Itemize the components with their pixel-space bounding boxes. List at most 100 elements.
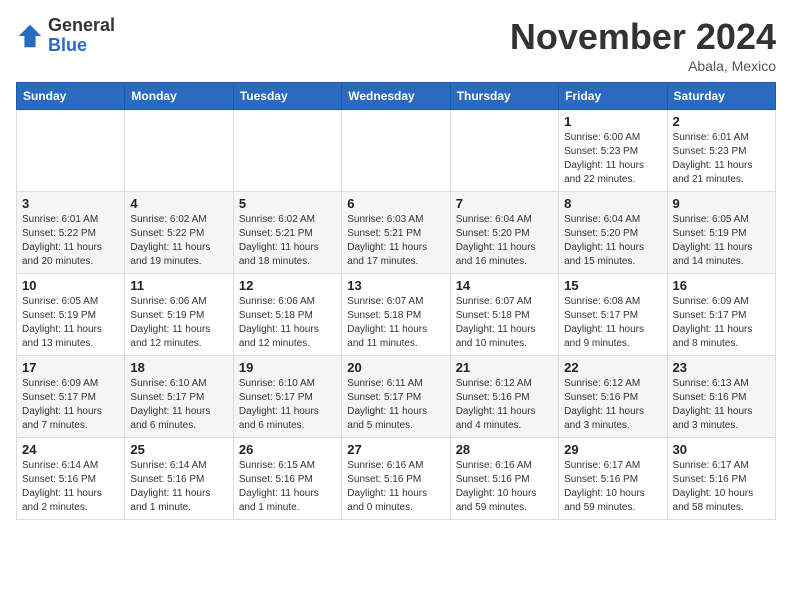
- day-info: Sunrise: 6:13 AM Sunset: 5:16 PM Dayligh…: [673, 377, 770, 433]
- calendar-cell: [450, 110, 558, 192]
- calendar-week-row: 1 Sunrise: 6:00 AM Sunset: 5:23 PM Daylig…: [17, 110, 776, 192]
- calendar-cell: 24Sunrise: 6:14 AM Sunset: 5:16 PM Dayli…: [17, 438, 125, 520]
- calendar-week-row: 17 Sunrise: 6:09 AM Sunset: 5:17 PM Dayli…: [17, 356, 776, 438]
- calendar-cell: 16 Sunrise: 6:09 AM Sunset: 5:17 PM Dayli…: [667, 274, 775, 356]
- logo-blue: Blue: [48, 36, 115, 56]
- calendar-header-saturday: Saturday: [667, 83, 775, 110]
- calendar-cell: 20Sunrise: 6:11 AM Sunset: 5:17 PM Dayli…: [342, 356, 450, 438]
- page-header: General Blue November 2024 Abala, Mexico: [16, 16, 776, 74]
- calendar-cell: 15 Sunrise: 6:08 AM Sunset: 5:17 PM Dayli…: [559, 274, 667, 356]
- day-number: 10: [22, 278, 119, 293]
- calendar-cell: 10 Sunrise: 6:05 AM Sunset: 5:19 PM Dayli…: [17, 274, 125, 356]
- calendar-week-row: 10 Sunrise: 6:05 AM Sunset: 5:19 PM Dayli…: [17, 274, 776, 356]
- day-info: Sunrise: 6:04 AM Sunset: 5:20 PM Dayligh…: [456, 213, 553, 269]
- calendar-header-sunday: Sunday: [17, 83, 125, 110]
- calendar-week-row: 3Sunrise: 6:01 AM Sunset: 5:22 PM Daylig…: [17, 192, 776, 274]
- day-info: Sunrise: 6:16 AM Sunset: 5:16 PM Dayligh…: [456, 459, 553, 515]
- day-info: Sunrise: 6:09 AM Sunset: 5:17 PM Dayligh…: [22, 377, 119, 433]
- day-number: 4: [130, 196, 227, 211]
- calendar-cell: 13 Sunrise: 6:07 AM Sunset: 5:18 PM Dayli…: [342, 274, 450, 356]
- day-number: 30: [673, 442, 770, 457]
- day-number: 2: [673, 114, 770, 129]
- day-info: Sunrise: 6:15 AM Sunset: 5:16 PM Dayligh…: [239, 459, 336, 515]
- logo-icon: [16, 22, 44, 50]
- day-number: 12: [239, 278, 336, 293]
- calendar-cell: 9Sunrise: 6:05 AM Sunset: 5:19 PM Daylig…: [667, 192, 775, 274]
- calendar-cell: 8Sunrise: 6:04 AM Sunset: 5:20 PM Daylig…: [559, 192, 667, 274]
- calendar-cell: 22 Sunrise: 6:12 AM Sunset: 5:16 PM Dayli…: [559, 356, 667, 438]
- day-info: Sunrise: 6:07 AM Sunset: 5:18 PM Dayligh…: [456, 295, 553, 351]
- day-info: Sunrise: 6:14 AM Sunset: 5:16 PM Dayligh…: [130, 459, 227, 515]
- day-number: 5: [239, 196, 336, 211]
- calendar-cell: [125, 110, 233, 192]
- day-number: 27: [347, 442, 444, 457]
- calendar-header-thursday: Thursday: [450, 83, 558, 110]
- day-info: Sunrise: 6:03 AM Sunset: 5:21 PM Dayligh…: [347, 213, 444, 269]
- day-number: 22: [564, 360, 661, 375]
- calendar-table: SundayMondayTuesdayWednesdayThursdayFrid…: [16, 82, 776, 520]
- day-number: 21: [456, 360, 553, 375]
- day-number: 18: [130, 360, 227, 375]
- day-info: Sunrise: 6:17 AM Sunset: 5:16 PM Dayligh…: [673, 459, 770, 515]
- day-number: 15: [564, 278, 661, 293]
- calendar-cell: [17, 110, 125, 192]
- calendar-cell: 28 Sunrise: 6:16 AM Sunset: 5:16 PM Dayli…: [450, 438, 558, 520]
- calendar-week-row: 24 Sunrise: 6:14 AM Sunset: 5:16 PM Dayli…: [17, 438, 776, 520]
- day-number: 17: [22, 360, 119, 375]
- calendar-cell: 30 Sunrise: 6:17 AM Sunset: 5:16 PM Dayli…: [667, 438, 775, 520]
- calendar-header-friday: Friday: [559, 83, 667, 110]
- day-number: 11: [130, 278, 227, 293]
- calendar-cell: 7 Sunrise: 6:04 AM Sunset: 5:20 PM Daylig…: [450, 192, 558, 274]
- title-block: November 2024 Abala, Mexico: [510, 16, 776, 74]
- day-info: Sunrise: 6:12 AM Sunset: 5:16 PM Dayligh…: [456, 377, 553, 433]
- day-info: Sunrise: 6:02 AM Sunset: 5:21 PM Dayligh…: [239, 213, 336, 269]
- calendar-cell: 17 Sunrise: 6:09 AM Sunset: 5:17 PM Dayli…: [17, 356, 125, 438]
- day-info: Sunrise: 6:11 AM Sunset: 5:17 PM Dayligh…: [347, 377, 444, 433]
- month-title: November 2024: [510, 16, 776, 58]
- calendar-cell: 25 Sunrise: 6:14 AM Sunset: 5:16 PM Dayli…: [125, 438, 233, 520]
- day-info: Sunrise: 6:17 AM Sunset: 5:16 PM Dayligh…: [564, 459, 661, 515]
- day-number: 25: [130, 442, 227, 457]
- day-number: 7: [456, 196, 553, 211]
- day-number: 14: [456, 278, 553, 293]
- calendar-cell: 2 Sunrise: 6:01 AM Sunset: 5:23 PM Daylig…: [667, 110, 775, 192]
- day-info: Sunrise: 6:01 AM Sunset: 5:23 PM Dayligh…: [673, 131, 770, 187]
- calendar-cell: 26Sunrise: 6:15 AM Sunset: 5:16 PM Dayli…: [233, 438, 341, 520]
- day-info: Sunrise: 6:12 AM Sunset: 5:16 PM Dayligh…: [564, 377, 661, 433]
- day-number: 23: [673, 360, 770, 375]
- day-number: 13: [347, 278, 444, 293]
- day-info: Sunrise: 6:10 AM Sunset: 5:17 PM Dayligh…: [239, 377, 336, 433]
- calendar-cell: 19 Sunrise: 6:10 AM Sunset: 5:17 PM Dayli…: [233, 356, 341, 438]
- day-info: Sunrise: 6:10 AM Sunset: 5:17 PM Dayligh…: [130, 377, 227, 433]
- calendar-cell: [342, 110, 450, 192]
- day-info: Sunrise: 6:04 AM Sunset: 5:20 PM Dayligh…: [564, 213, 661, 269]
- day-number: 3: [22, 196, 119, 211]
- day-number: 1: [564, 114, 661, 129]
- day-info: Sunrise: 6:00 AM Sunset: 5:23 PM Dayligh…: [564, 131, 661, 187]
- calendar-cell: [233, 110, 341, 192]
- day-info: Sunrise: 6:07 AM Sunset: 5:18 PM Dayligh…: [347, 295, 444, 351]
- location: Abala, Mexico: [510, 58, 776, 74]
- day-info: Sunrise: 6:08 AM Sunset: 5:17 PM Dayligh…: [564, 295, 661, 351]
- day-info: Sunrise: 6:05 AM Sunset: 5:19 PM Dayligh…: [22, 295, 119, 351]
- calendar-header-row: SundayMondayTuesdayWednesdayThursdayFrid…: [17, 83, 776, 110]
- day-number: 24: [22, 442, 119, 457]
- day-info: Sunrise: 6:02 AM Sunset: 5:22 PM Dayligh…: [130, 213, 227, 269]
- calendar-cell: 23 Sunrise: 6:13 AM Sunset: 5:16 PM Dayli…: [667, 356, 775, 438]
- day-number: 6: [347, 196, 444, 211]
- day-number: 29: [564, 442, 661, 457]
- calendar-cell: 5 Sunrise: 6:02 AM Sunset: 5:21 PM Daylig…: [233, 192, 341, 274]
- day-info: Sunrise: 6:09 AM Sunset: 5:17 PM Dayligh…: [673, 295, 770, 351]
- calendar-cell: 4 Sunrise: 6:02 AM Sunset: 5:22 PM Daylig…: [125, 192, 233, 274]
- day-number: 28: [456, 442, 553, 457]
- calendar-cell: 14 Sunrise: 6:07 AM Sunset: 5:18 PM Dayli…: [450, 274, 558, 356]
- logo-text: General Blue: [48, 16, 115, 56]
- day-number: 19: [239, 360, 336, 375]
- calendar-cell: 21 Sunrise: 6:12 AM Sunset: 5:16 PM Dayli…: [450, 356, 558, 438]
- calendar-header-wednesday: Wednesday: [342, 83, 450, 110]
- day-number: 16: [673, 278, 770, 293]
- calendar-cell: 6 Sunrise: 6:03 AM Sunset: 5:21 PM Daylig…: [342, 192, 450, 274]
- day-info: Sunrise: 6:05 AM Sunset: 5:19 PM Dayligh…: [673, 213, 770, 269]
- calendar-cell: 11Sunrise: 6:06 AM Sunset: 5:19 PM Dayli…: [125, 274, 233, 356]
- calendar-cell: 27Sunrise: 6:16 AM Sunset: 5:16 PM Dayli…: [342, 438, 450, 520]
